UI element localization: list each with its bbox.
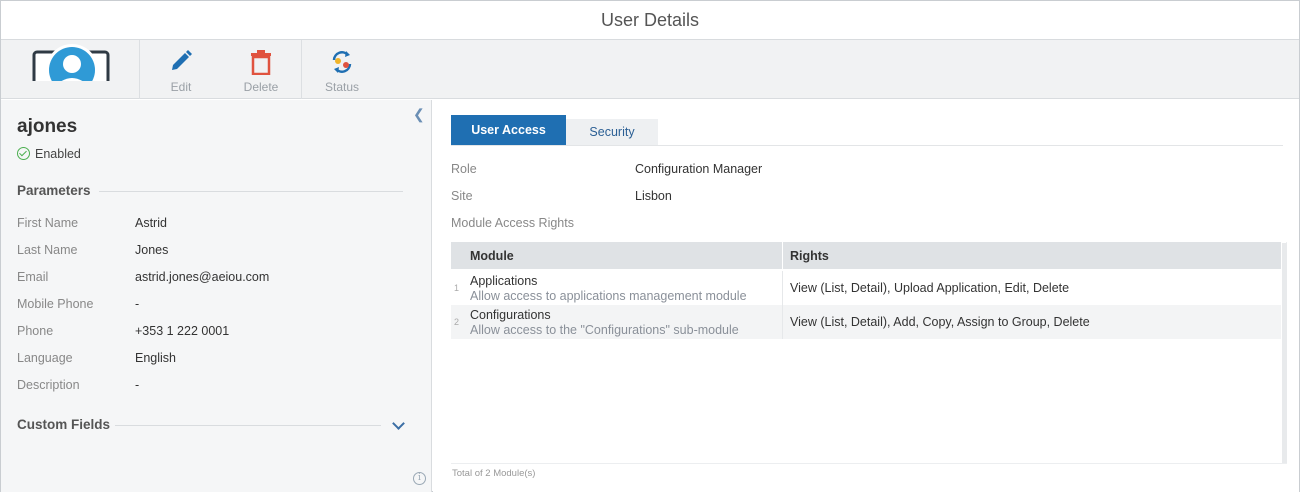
module-description: Allow access to the "Configurations" sub… <box>470 323 739 337</box>
username: ajones <box>17 116 78 137</box>
module-rights-label: Module Access Rights <box>451 216 574 230</box>
status-label: Status <box>324 80 360 94</box>
custom-fields-heading[interactable]: Custom Fields <box>17 417 110 432</box>
module-name: Applications <box>470 274 538 288</box>
column-divider <box>782 271 783 305</box>
param-key: Last Name <box>17 243 78 257</box>
table-header: Module Rights <box>451 242 1281 269</box>
module-rights-table: Module Rights 1 Applications Allow acces… <box>451 242 1287 464</box>
role-label: Role <box>451 162 477 176</box>
param-row: Phone +353 1 222 0001 <box>17 324 417 344</box>
role-value: Configuration Manager <box>635 162 763 176</box>
delete-icon <box>251 50 271 75</box>
window-title: User Details <box>600 10 700 30</box>
edit-icon <box>172 50 192 70</box>
row-number: 2 <box>454 317 460 327</box>
param-row: Language English <box>17 351 417 371</box>
param-value: astrid.jones@aeiou.com <box>135 270 270 284</box>
param-row: Email astrid.jones@aeiou.com <box>17 270 417 290</box>
site-label: Site <box>451 189 473 203</box>
user-details-window: User Details Edit Delete Status ❮ ajones… <box>0 0 1300 492</box>
tab-user-access[interactable]: User Access <box>451 115 566 145</box>
table-footer: Total of 2 Module(s) <box>452 468 536 479</box>
param-key: Phone <box>17 324 54 338</box>
details-panel: User Access Security Role Configuration … <box>433 100 1299 492</box>
status-badge: Enabled <box>17 147 81 161</box>
title-bar: User Details <box>1 1 1299 40</box>
collapse-left-icon[interactable]: ❮ <box>413 106 425 123</box>
column-header-rights[interactable]: Rights <box>790 249 829 263</box>
row-number: 1 <box>454 283 460 293</box>
delete-label: Delete <box>243 80 279 94</box>
tab-divider <box>451 145 1283 146</box>
table-scrollbar[interactable] <box>1282 243 1287 463</box>
param-row: Last Name Jones <box>17 243 417 263</box>
rights-cell: View (List, Detail), Add, Copy, Assign t… <box>790 315 1090 329</box>
module-cell: Applications Allow access to application… <box>470 274 747 304</box>
param-row: Mobile Phone - <box>17 297 417 317</box>
param-value: Jones <box>135 243 169 257</box>
edit-button[interactable]: Edit <box>141 40 221 99</box>
user-avatar <box>1 40 140 99</box>
param-value: English <box>135 351 176 365</box>
param-value: - <box>135 378 140 392</box>
param-value: +353 1 222 0001 <box>135 324 230 338</box>
param-key: Email <box>17 270 49 284</box>
status-text: Enabled <box>35 147 81 161</box>
module-name: Configurations <box>470 308 551 322</box>
param-value: - <box>135 297 140 311</box>
delete-button[interactable]: Delete <box>221 40 301 99</box>
param-row: Description - <box>17 378 417 398</box>
user-avatar-icon <box>32 44 110 81</box>
status-button[interactable]: Status <box>302 40 382 99</box>
param-key: Language <box>17 351 73 365</box>
param-key: Mobile Phone <box>17 297 94 311</box>
table-row[interactable]: 1 Applications Allow access to applicati… <box>451 271 1281 305</box>
divider <box>115 425 381 426</box>
table-row[interactable]: 2 Configurations Allow access to the "Co… <box>451 305 1281 339</box>
module-cell: Configurations Allow access to the "Conf… <box>470 308 739 338</box>
column-header-module[interactable]: Module <box>470 249 514 263</box>
check-circle-icon <box>17 147 30 160</box>
chevron-down-icon[interactable] <box>392 417 405 430</box>
param-key: First Name <box>17 216 79 230</box>
param-value: Astrid <box>135 216 167 230</box>
column-divider <box>782 305 783 339</box>
module-description: Allow access to applications management … <box>470 289 747 303</box>
user-summary-panel: ❮ ajones Enabled Parameters First Name A… <box>1 100 432 492</box>
divider <box>99 191 403 192</box>
status-icon <box>332 51 352 73</box>
rights-cell: View (List, Detail), Upload Application,… <box>790 281 1070 295</box>
toolbar: Edit Delete Status <box>1 40 1299 99</box>
param-row: First Name Astrid <box>17 216 417 236</box>
param-key: Description <box>17 378 80 392</box>
info-icon[interactable]: i <box>413 472 426 485</box>
site-value: Lisbon <box>635 189 672 203</box>
parameters-heading: Parameters <box>17 183 91 198</box>
tab-security[interactable]: Security <box>566 119 658 145</box>
edit-label: Edit <box>170 80 192 94</box>
column-divider <box>782 242 783 269</box>
